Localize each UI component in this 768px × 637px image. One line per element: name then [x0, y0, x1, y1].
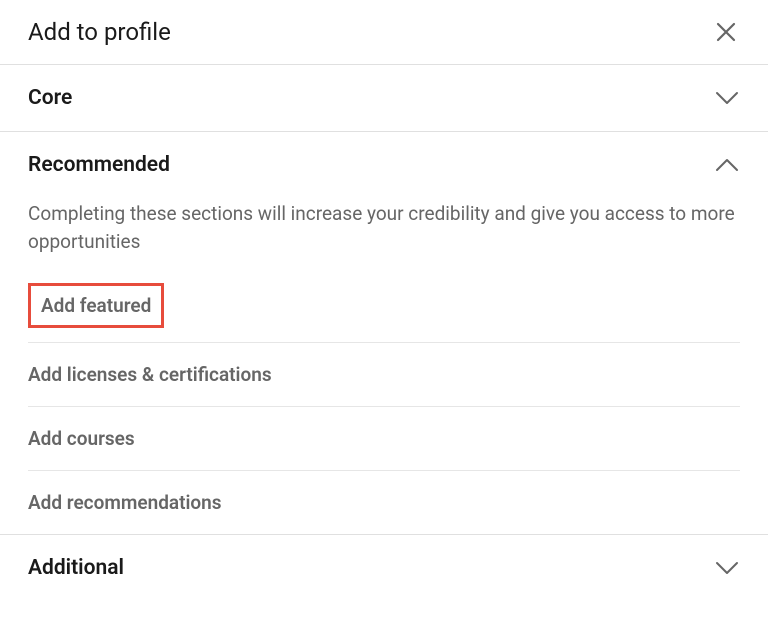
chevron-down-icon	[714, 555, 740, 581]
section-additional-title: Additional	[28, 556, 124, 580]
close-button[interactable]	[712, 18, 740, 46]
modal-header: Add to profile	[0, 0, 768, 65]
option-label: Add recommendations	[28, 491, 222, 514]
chevron-down-icon	[714, 85, 740, 111]
chevron-up-icon	[714, 152, 740, 178]
section-core-title: Core	[28, 86, 72, 110]
option-label: Add licenses & certifications	[28, 363, 272, 386]
section-core-header[interactable]: Core	[0, 65, 768, 132]
close-icon	[714, 20, 738, 44]
option-label: Add courses	[28, 427, 135, 450]
option-add-recommendations[interactable]: Add recommendations	[28, 471, 740, 534]
section-recommended-description: Completing these sections will increase …	[28, 198, 740, 273]
option-add-courses[interactable]: Add courses	[28, 407, 740, 471]
section-recommended-body: Completing these sections will increase …	[0, 198, 768, 534]
section-recommended-header[interactable]: Recommended	[0, 132, 768, 198]
option-label: Add featured	[41, 294, 151, 317]
modal-title: Add to profile	[28, 18, 171, 46]
section-additional-header[interactable]: Additional	[0, 534, 768, 601]
option-add-licenses[interactable]: Add licenses & certifications	[28, 343, 740, 407]
section-recommended-title: Recommended	[28, 153, 170, 177]
option-add-featured[interactable]: Add featured	[28, 283, 164, 328]
